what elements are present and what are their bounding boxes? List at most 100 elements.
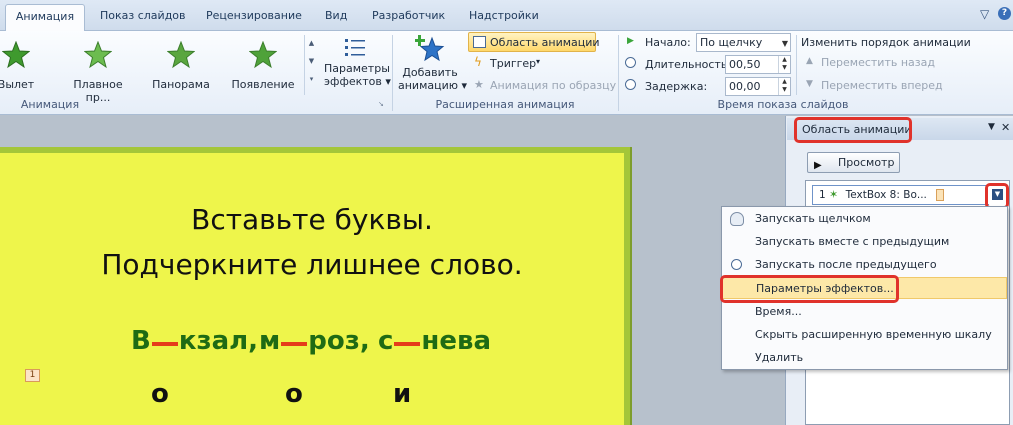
menu-item-label: Удалить — [755, 351, 804, 364]
slide-title-line-1: Вставьте буквы. — [191, 203, 433, 236]
menu-item-timing[interactable]: Время... — [722, 301, 1007, 323]
duration-label: Длительность: — [645, 58, 732, 71]
menu-item-label: Время... — [755, 305, 802, 318]
chevron-down-icon: ▼ — [781, 39, 788, 48]
animation-item-label: TextBox 8: Во... — [845, 189, 927, 201]
star-icon — [1, 40, 31, 69]
menu-item-start-on-click[interactable]: Запускать щелчком — [722, 208, 1007, 230]
menu-item-start-after-previous[interactable]: Запускать после предыдущего — [722, 254, 1007, 276]
gallery-scroll[interactable]: ▲ ▼ ▾ — [304, 35, 318, 95]
start-dropdown[interactable]: По щелчку ▼ — [696, 33, 791, 52]
word-sneva: с нева — [378, 326, 491, 356]
timing-group-label: Время показа слайдов — [717, 98, 849, 111]
word-part: кзал, — [178, 326, 259, 356]
minimize-ribbon-icon[interactable]: ▽ — [980, 7, 989, 21]
move-earlier-label: Переместить назад — [821, 56, 935, 69]
move-earlier-button[interactable]: ▲ Переместить назад — [806, 56, 946, 72]
effect-wipe[interactable]: Плавное пр... — [60, 40, 136, 104]
animation-order-marker[interactable]: 1 — [25, 369, 40, 382]
move-later-label: Переместить вперед — [821, 79, 943, 92]
menu-item-label: Скрыть расширенную временную шкалу — [755, 328, 992, 341]
effect-options-icon — [345, 39, 365, 56]
word-part: нева — [421, 326, 492, 356]
group-divider — [796, 35, 797, 95]
animation-list-item[interactable]: 1 ✶ TextBox 8: Во... — [812, 185, 992, 205]
slide-title-line-2: Подчеркните лишнее слово. — [101, 248, 523, 281]
tab-review[interactable]: Рецензирование — [206, 6, 302, 26]
word-vokzal: Вкзал, — [131, 326, 258, 356]
effect-options-label-1: Параметры — [324, 62, 390, 75]
menu-item-start-with-previous[interactable]: Запускать вместе с предыдущим — [722, 231, 1007, 253]
effect-fly-in[interactable]: Вылет — [0, 40, 38, 91]
help-icon[interactable]: ? — [998, 7, 1011, 20]
word-part: м — [259, 326, 281, 356]
tab-addins[interactable]: Надстройки — [469, 6, 539, 26]
delay-spinner[interactable]: 00,00 ▲ ▼ — [725, 77, 791, 96]
lightning-icon: ϟ — [474, 55, 482, 69]
clock-icon — [625, 57, 636, 68]
effect-options-button[interactable]: Параметры эффектов ▾ — [324, 35, 391, 97]
trigger-button[interactable]: ϟ Триггер ▾ — [474, 55, 554, 73]
move-later-button[interactable]: ▼ Переместить вперед — [806, 79, 946, 95]
animation-group-label: Анимация — [20, 98, 80, 111]
tab-developer[interactable]: Разработчик — [372, 6, 445, 26]
arrow-down-icon: ▼ — [806, 79, 813, 89]
mouse-icon — [730, 212, 744, 226]
word-part: В — [131, 326, 151, 356]
add-animation-label-1: Добавить — [402, 66, 458, 79]
tab-slide-show[interactable]: Показ слайдов — [100, 6, 186, 26]
blank-gap — [151, 342, 178, 346]
slide[interactable]: Вставьте буквы. Подчеркните лишнее слово… — [0, 153, 624, 425]
delay-value: 00,00 — [729, 80, 761, 93]
animation-painter-label: Анимация по образцу — [490, 79, 617, 92]
reorder-title: Изменить порядок анимации — [801, 36, 971, 49]
dialog-launcher-icon[interactable]: ↘ — [378, 100, 384, 108]
advanced-group-label: Расширенная анимация — [435, 98, 575, 111]
delay-label: Задержка: — [645, 80, 708, 93]
spinner-arrows-icon[interactable]: ▲ ▼ — [778, 56, 790, 73]
blank-gap — [394, 342, 421, 346]
start-play-icon: ▶ — [627, 36, 634, 46]
add-animation-label-2: анимацию — [398, 79, 459, 92]
animation-painter-button[interactable]: ★ Анимация по образцу — [474, 77, 617, 95]
spinner-arrows-icon[interactable]: ▲ ▼ — [778, 78, 790, 95]
pane-menu-icon[interactable]: ▼ — [988, 122, 995, 132]
highlight-ring-pane-title — [794, 117, 912, 143]
tab-view[interactable]: Вид — [325, 6, 347, 26]
menu-item-remove[interactable]: Удалить — [722, 347, 1007, 369]
add-animation-button[interactable]: Добавить анимацию ▾ — [398, 33, 467, 97]
word-part: с — [378, 326, 394, 356]
entrance-star-icon: ✶ — [829, 188, 839, 201]
blank-gap — [281, 342, 308, 346]
preview-button[interactable]: ▶ Просмотр — [807, 152, 900, 173]
clock-icon — [625, 79, 636, 90]
menu-item-hide-timeline[interactable]: Скрыть расширенную временную шкалу — [722, 324, 1007, 346]
close-icon[interactable]: ✕ — [1001, 121, 1010, 134]
arrow-up-icon: ▲ — [806, 56, 813, 66]
menu-item-label: Запускать после предыдущего — [755, 258, 937, 271]
start-value: По щелчку — [700, 36, 763, 49]
pane-icon — [473, 36, 486, 48]
effect-options-label-2: эффектов — [324, 75, 382, 88]
menu-item-label: Запускать щелчком — [755, 212, 871, 225]
effect-pan[interactable]: Панорама — [150, 40, 212, 91]
trigger-label: Триггер — [490, 57, 537, 70]
word-part: роз, — [308, 326, 370, 356]
word-moroz: м роз, — [259, 326, 370, 356]
effect-appear[interactable]: Появление — [228, 40, 298, 91]
duration-spinner[interactable]: 00,50 ▲ ▼ — [725, 55, 791, 74]
preview-label: Просмотр — [838, 156, 895, 169]
painter-star-icon: ★ — [474, 78, 484, 91]
effect-label: Появление — [231, 78, 295, 91]
animation-item-number: 1 — [819, 189, 826, 201]
star-icon — [248, 40, 278, 69]
effect-label: Вылет — [0, 78, 35, 91]
ribbon: Вылет Плавное пр... Панорама Появление ▲… — [0, 31, 1013, 115]
duration-value: 00,50 — [729, 58, 761, 71]
clock-icon — [731, 259, 742, 270]
start-label: Начало: — [645, 36, 691, 49]
animation-pane-button[interactable]: Область анимации — [468, 32, 600, 52]
tab-animation[interactable]: Анимация — [5, 4, 85, 32]
animation-pane-label: Область анимации — [490, 36, 600, 49]
star-icon — [166, 40, 196, 69]
